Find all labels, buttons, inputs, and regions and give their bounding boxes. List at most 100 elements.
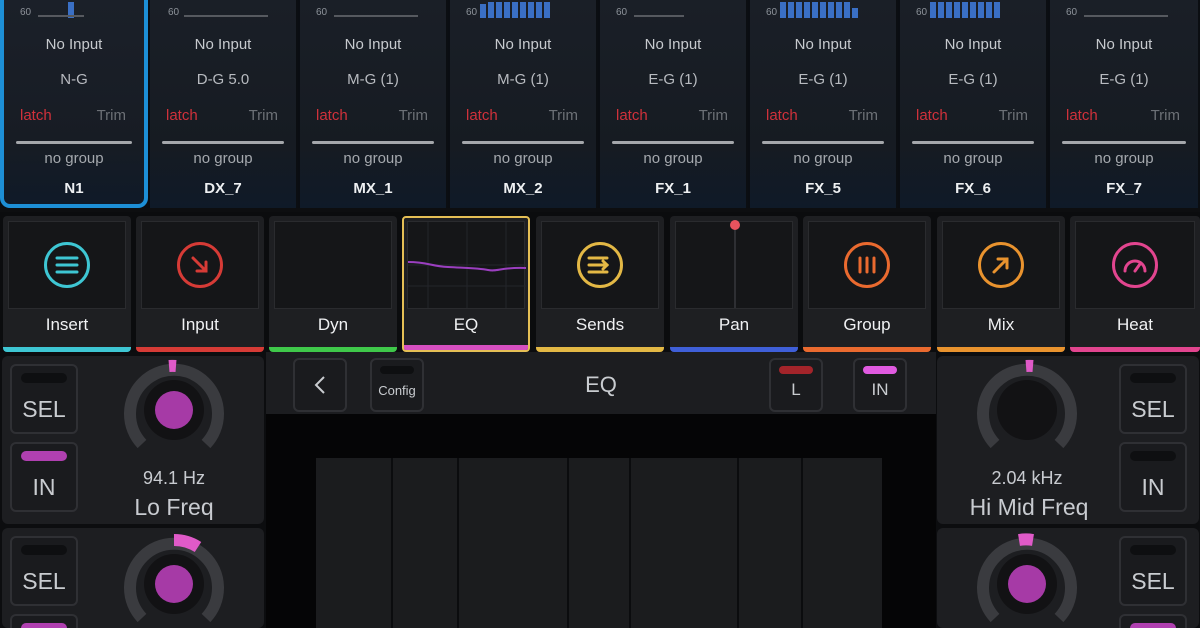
channel-strip[interactable]: 60 No Input D-G 5.0 latch Trim no group … — [150, 0, 298, 208]
sel-button-label: SEL — [22, 568, 66, 594]
latch-button[interactable]: latch — [466, 107, 498, 124]
channel-no-group: no group — [1094, 150, 1154, 167]
latch-button[interactable]: latch — [166, 107, 198, 124]
arrow-down-right-icon — [177, 242, 223, 288]
sel-button[interactable]: SEL — [10, 364, 78, 434]
channel-fader-line — [612, 141, 734, 144]
tab-label: Pan — [718, 315, 750, 334]
channel-strip[interactable]: 60 No Input E-G (1) latch Trim no group … — [600, 0, 748, 208]
eq-graph-grid[interactable] — [316, 458, 882, 628]
meter-scale-label: 60 — [616, 7, 628, 18]
tab-label: EQ — [453, 315, 479, 334]
trim-button[interactable]: Trim — [849, 107, 878, 124]
tab-mix[interactable]: Mix — [937, 216, 1065, 352]
tab-label: Insert — [45, 315, 89, 334]
channel-fader-line — [162, 141, 284, 144]
channel-no-group: no group — [793, 150, 853, 167]
latch-button[interactable]: latch — [1066, 107, 1098, 124]
channel-input: No Input — [794, 36, 852, 53]
meter-scale-label: 60 — [466, 7, 478, 18]
latch-button[interactable]: latch — [316, 107, 348, 124]
knob-value: 94.1 Hz — [142, 468, 206, 488]
lo-gain-knob[interactable] — [122, 532, 226, 628]
eq-curve-graph — [407, 221, 526, 309]
channel-strip[interactable]: 60 No Input N-G latch Trim no group N1 — [0, 0, 148, 208]
tab-heat[interactable]: Heat — [1070, 216, 1200, 352]
tab-eq[interactable]: EQ — [402, 216, 530, 352]
trim-button[interactable]: Trim — [1151, 107, 1180, 124]
tab-label: Dyn — [317, 315, 349, 334]
trim-button[interactable]: Trim — [549, 107, 578, 124]
in-led — [1130, 451, 1176, 461]
tab-group[interactable]: Group — [803, 216, 931, 352]
left-knob-panel-2: SEL — [2, 528, 264, 628]
lo-freq-knob[interactable] — [122, 358, 226, 462]
trim-button[interactable]: Trim — [399, 107, 428, 124]
channel-no-group: no group — [943, 150, 1003, 167]
tab-insert[interactable]: Insert — [3, 216, 131, 352]
hi-mid-gain-knob[interactable] — [975, 532, 1079, 628]
meter-baseline — [334, 15, 418, 17]
trim-button[interactable]: Trim — [249, 107, 278, 124]
sel-led — [21, 373, 67, 383]
channel-strip[interactable]: 60 No Input E-G (1) latch Trim no group … — [1050, 0, 1200, 208]
tab-sends[interactable]: Sends — [536, 216, 664, 352]
channel-name: FX_1 — [655, 180, 691, 197]
meter-scale-label: 60 — [1066, 7, 1078, 18]
sel-button[interactable]: SEL — [1119, 536, 1187, 606]
trim-button[interactable]: Trim — [699, 107, 728, 124]
channel-no-group: no group — [44, 150, 104, 167]
channel-group: E-G (1) — [948, 71, 998, 88]
channel-group: E-G (1) — [1099, 71, 1149, 88]
in-led — [1130, 623, 1176, 628]
channel-group: M-G (1) — [347, 71, 399, 88]
channel-group: E-G (1) — [648, 71, 698, 88]
latch-button[interactable]: latch — [20, 107, 52, 124]
channel-group: E-G (1) — [798, 71, 848, 88]
channel-fader-line — [16, 141, 132, 144]
channel-strip-row: 60 No Input N-G latch Trim no group N1 6… — [0, 0, 1200, 208]
knob-name: Hi Mid Freq — [969, 494, 1089, 520]
channel-strip[interactable]: 60 No Input M-G (1) latch Trim no group … — [300, 0, 448, 208]
channel-strip[interactable]: 60 No Input M-G (1) latch Trim no group … — [450, 0, 598, 208]
knob-value: 2.04 kHz — [991, 468, 1063, 488]
level-meter — [780, 0, 858, 18]
latch-button[interactable]: latch — [916, 107, 948, 124]
channel-name: MX_2 — [503, 180, 543, 197]
latch-button[interactable]: latch — [766, 107, 798, 124]
tab-pan[interactable]: Pan — [670, 216, 798, 352]
tab-input[interactable]: Input — [136, 216, 264, 352]
channel-group: N-G — [60, 71, 88, 88]
sel-button-label: SEL — [1131, 396, 1175, 422]
sel-button-label: SEL — [1131, 568, 1175, 594]
tab-label: Sends — [575, 315, 625, 334]
meter-scale-label: 60 — [168, 7, 180, 18]
in-button[interactable] — [1119, 614, 1187, 628]
meter-scale-label: 60 — [766, 7, 778, 18]
meter-scale-label: 60 — [316, 7, 328, 18]
channel-input: No Input — [344, 36, 402, 53]
sel-button[interactable]: SEL — [1119, 364, 1187, 434]
sel-led — [1130, 545, 1176, 555]
trim-button[interactable]: Trim — [999, 107, 1028, 124]
channel-fader-line — [912, 141, 1034, 144]
in-button[interactable] — [10, 614, 78, 628]
eq-header: Config EQ L IN — [266, 352, 936, 414]
in-button[interactable]: IN — [1119, 442, 1187, 512]
in-button-label: IN — [1141, 474, 1165, 500]
eq-in-button[interactable]: IN — [853, 358, 907, 412]
trim-button[interactable]: Trim — [97, 107, 126, 124]
right-knob-panel: 2.04 kHz Hi Mid Freq SEL IN — [937, 356, 1199, 524]
tab-label: Group — [843, 315, 891, 334]
sel-button[interactable]: SEL — [10, 536, 78, 606]
channel-strip[interactable]: 60 No Input E-G (1) latch Trim no group … — [900, 0, 1048, 208]
channel-strip[interactable]: 60 No Input E-G (1) latch Trim no group … — [750, 0, 898, 208]
in-button[interactable]: IN — [10, 442, 78, 512]
latch-button[interactable]: latch — [616, 107, 648, 124]
l-button[interactable]: L — [769, 358, 823, 412]
level-meter — [930, 0, 1000, 18]
channel-input: No Input — [494, 36, 552, 53]
tab-dyn[interactable]: Dyn — [269, 216, 397, 352]
hi-mid-freq-knob[interactable] — [975, 358, 1079, 462]
tab-label: Heat — [1117, 315, 1153, 334]
